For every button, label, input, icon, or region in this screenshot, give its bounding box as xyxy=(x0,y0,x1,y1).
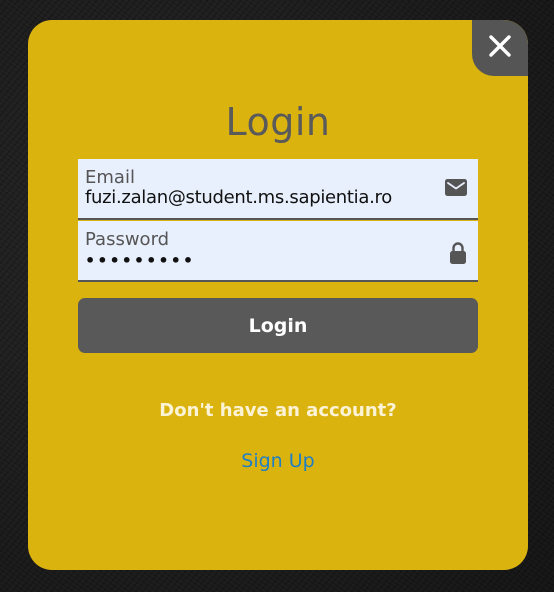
no-account-text: Don't have an account? xyxy=(159,400,397,421)
email-label: Email xyxy=(85,167,135,188)
close-button[interactable] xyxy=(472,20,528,76)
envelope-icon xyxy=(445,179,467,196)
password-field[interactable]: Password ••••••••• xyxy=(78,221,478,282)
email-input[interactable]: fuzi.zalan@student.ms.sapientia.ro xyxy=(85,187,445,208)
password-label: Password xyxy=(85,229,170,250)
modal-title: Login xyxy=(225,100,331,144)
password-input[interactable]: ••••••••• xyxy=(85,251,445,270)
lock-icon xyxy=(449,241,467,265)
login-modal: Login Email fuzi.zalan@student.ms.sapien… xyxy=(28,20,528,570)
signup-link[interactable]: Sign Up xyxy=(28,450,528,472)
login-button[interactable]: Login xyxy=(78,298,478,353)
email-field[interactable]: Email fuzi.zalan@student.ms.sapientia.ro xyxy=(78,159,478,220)
close-icon xyxy=(488,34,512,62)
